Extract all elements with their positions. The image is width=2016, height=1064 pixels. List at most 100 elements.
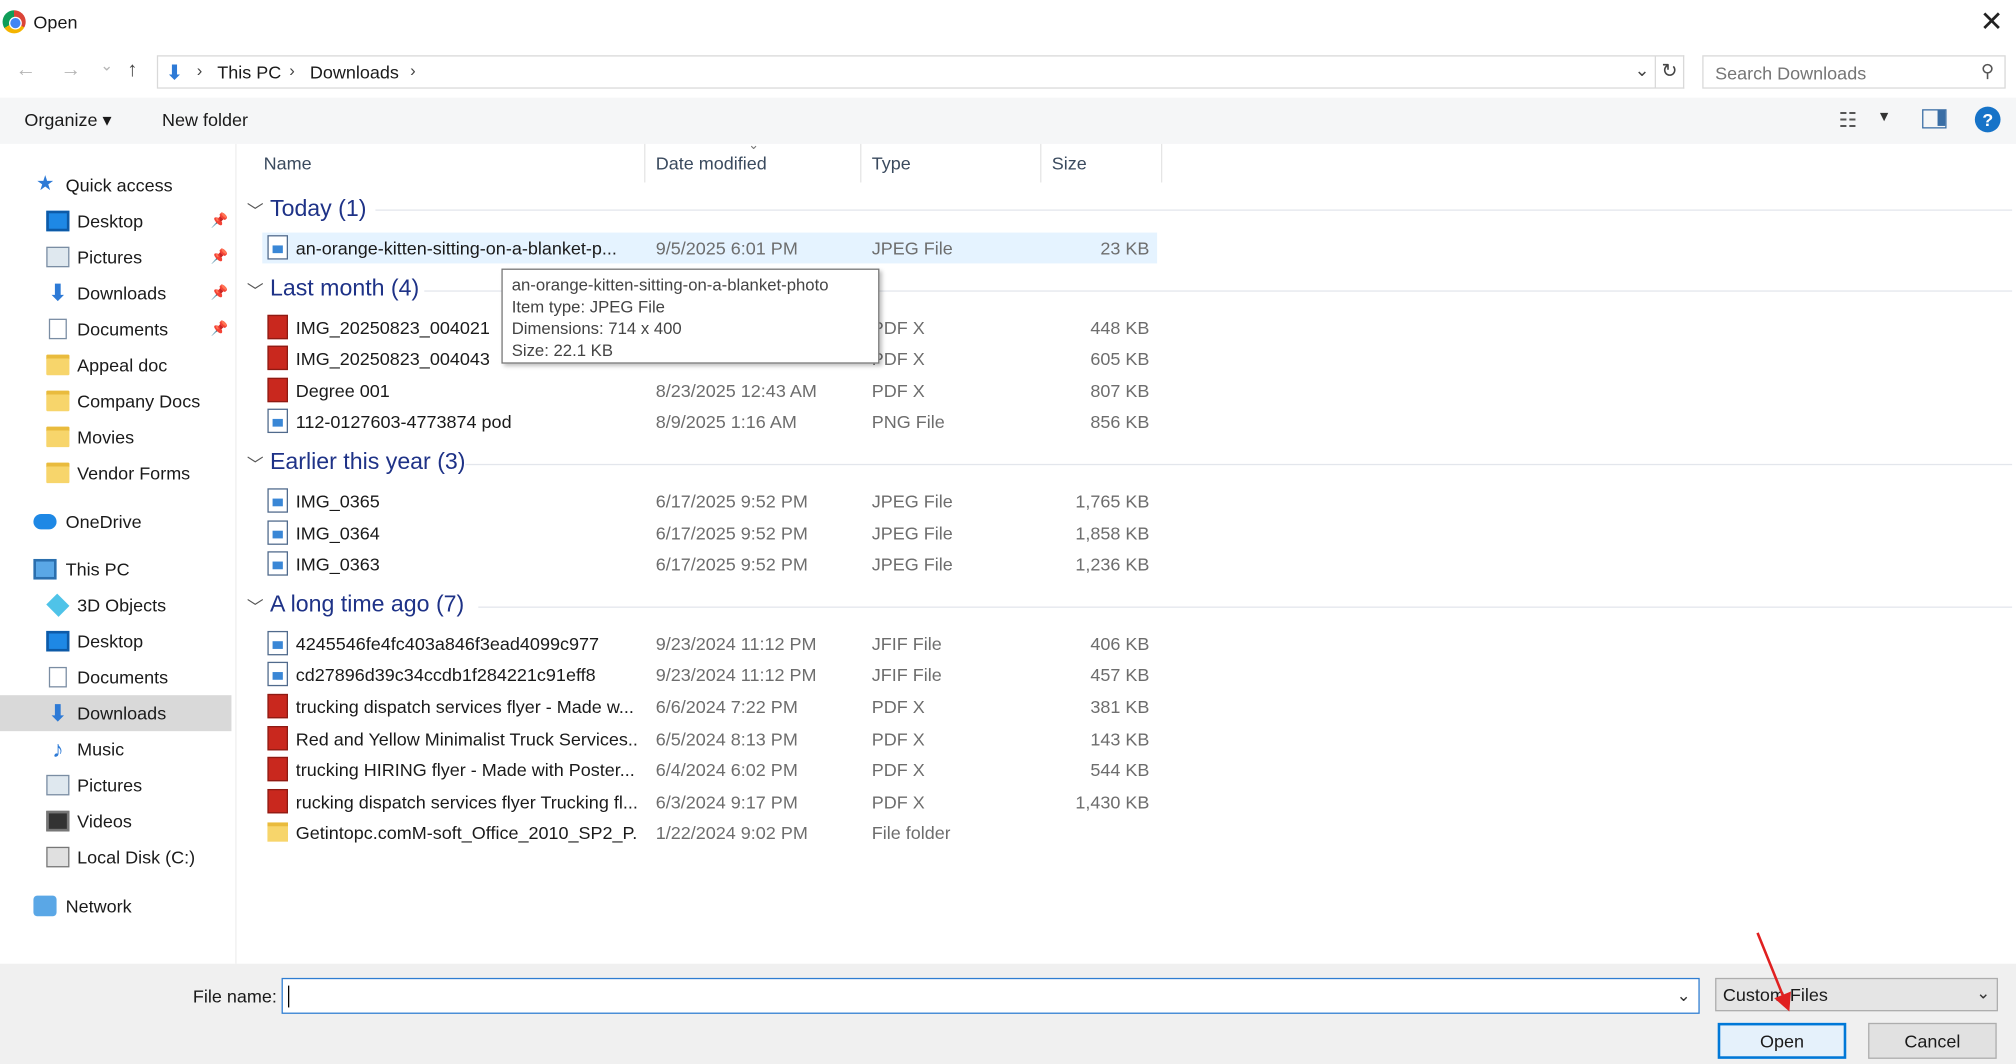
- breadcrumb-separator[interactable]: ›: [289, 60, 295, 79]
- sidebar-item-downloads[interactable]: ⬇ Downloads: [0, 695, 232, 732]
- file-tooltip: an-orange-kitten-sitting-on-a-blanket-ph…: [501, 268, 880, 364]
- cancel-button[interactable]: Cancel: [1868, 1022, 1997, 1059]
- folder-icon: [46, 390, 70, 412]
- command-bar: Organize ▾ New folder ☷ ▼ ?: [0, 97, 2016, 144]
- file-row[interactable]: 112-0127603-4773874 pod 8/9/2025 1:16 AM…: [262, 406, 1157, 437]
- column-divider[interactable]: [644, 143, 646, 183]
- file-name-dropdown-icon[interactable]: ⌄: [1677, 986, 1691, 1007]
- sidebar-item-3d-objects[interactable]: 3D Objects: [0, 587, 231, 623]
- forward-button[interactable]: →: [60, 59, 81, 82]
- close-button[interactable]: ✕: [1975, 5, 2008, 38]
- address-bar[interactable]: ⬇ › This PC › Downloads › ⌄: [156, 55, 1656, 89]
- sidebar-item-network[interactable]: Network: [0, 888, 231, 924]
- collapse-chevron-icon[interactable]: ﹀: [247, 594, 264, 618]
- column-header-size[interactable]: Size: [1052, 144, 1087, 183]
- sidebar-item-desktop[interactable]: Desktop: [0, 623, 231, 659]
- image-file-icon: [267, 408, 288, 434]
- file-row[interactable]: IMG_0363 6/17/2025 9:52 PM JPEG File 1,2…: [262, 549, 1157, 580]
- sidebar-item-company-docs[interactable]: Company Docs: [0, 383, 231, 419]
- sidebar-item-this-pc[interactable]: This PC: [0, 551, 231, 587]
- recent-locations-button[interactable]: ⌄: [100, 57, 113, 75]
- window-title: Open: [33, 11, 78, 33]
- breadcrumb-separator[interactable]: ›: [197, 60, 203, 79]
- file-type-filter[interactable]: Custom Files ⌄: [1715, 977, 1998, 1012]
- title-bar: Open ✕: [0, 0, 2016, 47]
- file-row[interactable]: IMG_0365 6/17/2025 9:52 PM JPEG File 1,7…: [262, 486, 1157, 517]
- sidebar-item-videos[interactable]: Videos: [0, 803, 231, 839]
- sidebar-item-local-disk[interactable]: Local Disk (C:): [0, 839, 231, 875]
- sidebar-item-vendor-forms[interactable]: Vendor Forms: [0, 455, 231, 491]
- sidebar-item-appeal-doc[interactable]: Appeal doc: [0, 347, 231, 383]
- breadcrumb-separator[interactable]: ›: [410, 60, 416, 79]
- column-divider[interactable]: [1040, 143, 1042, 183]
- help-button[interactable]: ?: [1974, 106, 2001, 133]
- open-button[interactable]: Open: [1717, 1022, 1847, 1059]
- downloads-icon: ⬇: [165, 62, 184, 85]
- folder-icon: [46, 462, 70, 484]
- sidebar-item-downloads[interactable]: ⬇ Downloads 📌: [0, 275, 231, 311]
- collapse-chevron-icon[interactable]: ﹀: [247, 198, 264, 222]
- column-header-date-modified[interactable]: Date modified: [656, 144, 767, 183]
- folder-icon: [46, 426, 70, 448]
- image-file-icon: [267, 520, 288, 545]
- pictures-icon: [46, 774, 70, 796]
- file-row[interactable]: IMG_0364 6/17/2025 9:52 PM JPEG File 1,8…: [262, 518, 1157, 549]
- address-dropdown-icon[interactable]: ⌄: [1634, 59, 1649, 81]
- network-icon: [33, 895, 57, 917]
- group-divider: [465, 463, 2013, 466]
- file-row[interactable]: 4245546fe4fc403a846f3ead4099c977 9/23/20…: [262, 628, 1157, 659]
- desktop-icon: [46, 210, 70, 232]
- file-name-combobox[interactable]: ⌄: [281, 977, 1700, 1014]
- sidebar-item-pictures[interactable]: Pictures 📌: [0, 239, 231, 275]
- sidebar-item-documents[interactable]: Documents: [0, 659, 231, 695]
- music-icon: ♪: [52, 736, 64, 763]
- file-row[interactable]: trucking dispatch services flyer - Made …: [262, 691, 1157, 722]
- sidebar-item-pictures[interactable]: Pictures: [0, 767, 231, 803]
- file-row[interactable]: Red and Yellow Minimalist Truck Services…: [262, 723, 1157, 754]
- file-row[interactable]: trucking HIRING flyer - Made with Poster…: [262, 754, 1157, 785]
- navigation-pane: ★ Quick access Desktop 📌 Pictures 📌 ⬇ Do…: [0, 143, 237, 964]
- star-icon: ★: [35, 173, 55, 196]
- sidebar-item-onedrive[interactable]: OneDrive: [0, 504, 231, 540]
- change-view-icon[interactable]: ☷: [1839, 108, 1857, 134]
- group-divider: [375, 209, 2013, 211]
- column-header-name[interactable]: Name: [264, 144, 312, 183]
- new-folder-button[interactable]: New folder: [162, 109, 248, 130]
- refresh-button[interactable]: ↻: [1655, 55, 1685, 89]
- up-button[interactable]: ↑: [127, 59, 137, 82]
- chevron-down-icon[interactable]: ⌄: [1976, 983, 1990, 1004]
- pdf-file-icon: [267, 693, 288, 719]
- sidebar-item-desktop[interactable]: Desktop 📌: [0, 203, 231, 239]
- sidebar-item-documents[interactable]: Documents 📌: [0, 311, 231, 347]
- breadcrumb-this-pc[interactable]: This PC: [217, 62, 281, 83]
- search-icon: ⚲: [1980, 60, 1995, 81]
- dialog-footer: File name: ⌄ Custom Files ⌄ Open Cancel: [0, 963, 2016, 1064]
- column-header-type[interactable]: Type: [872, 144, 911, 183]
- sidebar-item-quick-access[interactable]: ★ Quick access: [0, 167, 231, 203]
- file-row[interactable]: an-orange-kitten-sitting-on-a-blanket-p.…: [262, 232, 1158, 264]
- collapse-chevron-icon[interactable]: ﹀: [247, 278, 264, 302]
- file-row[interactable]: rucking dispatch services flyer Trucking…: [262, 786, 1157, 817]
- file-name-input[interactable]: [287, 980, 1664, 1012]
- view-options-dropdown[interactable]: ▼: [1877, 109, 1891, 124]
- column-divider[interactable]: [860, 143, 862, 183]
- collapse-chevron-icon[interactable]: ﹀: [247, 451, 264, 475]
- breadcrumb-downloads[interactable]: Downloads: [310, 62, 399, 83]
- organize-menu[interactable]: Organize ▾: [24, 109, 111, 131]
- search-box[interactable]: ⚲: [1702, 55, 2006, 89]
- pdf-file-icon: [267, 345, 288, 371]
- back-button[interactable]: ←: [15, 59, 36, 82]
- preview-pane-icon[interactable]: [1922, 109, 1947, 129]
- file-row[interactable]: cd27896d39c34ccdb1f284221c91eff8 9/23/20…: [262, 659, 1157, 690]
- search-input[interactable]: [1715, 59, 1973, 88]
- chrome-icon: [2, 10, 26, 34]
- tooltip-dimensions: Dimensions: 714 x 400: [511, 318, 682, 338]
- sidebar-item-music[interactable]: ♪ Music: [0, 731, 231, 767]
- image-file-icon: [267, 661, 288, 687]
- sidebar-item-movies[interactable]: Movies: [0, 419, 231, 455]
- videos-icon: [46, 810, 70, 832]
- text-cursor: [287, 985, 290, 1008]
- file-row[interactable]: Getintopc.comM-soft_Office_2010_SP2_P...…: [262, 817, 1157, 848]
- file-row[interactable]: Degree 001 8/23/2025 12:43 AM PDF X 807 …: [262, 375, 1157, 406]
- column-divider[interactable]: [1160, 143, 1163, 183]
